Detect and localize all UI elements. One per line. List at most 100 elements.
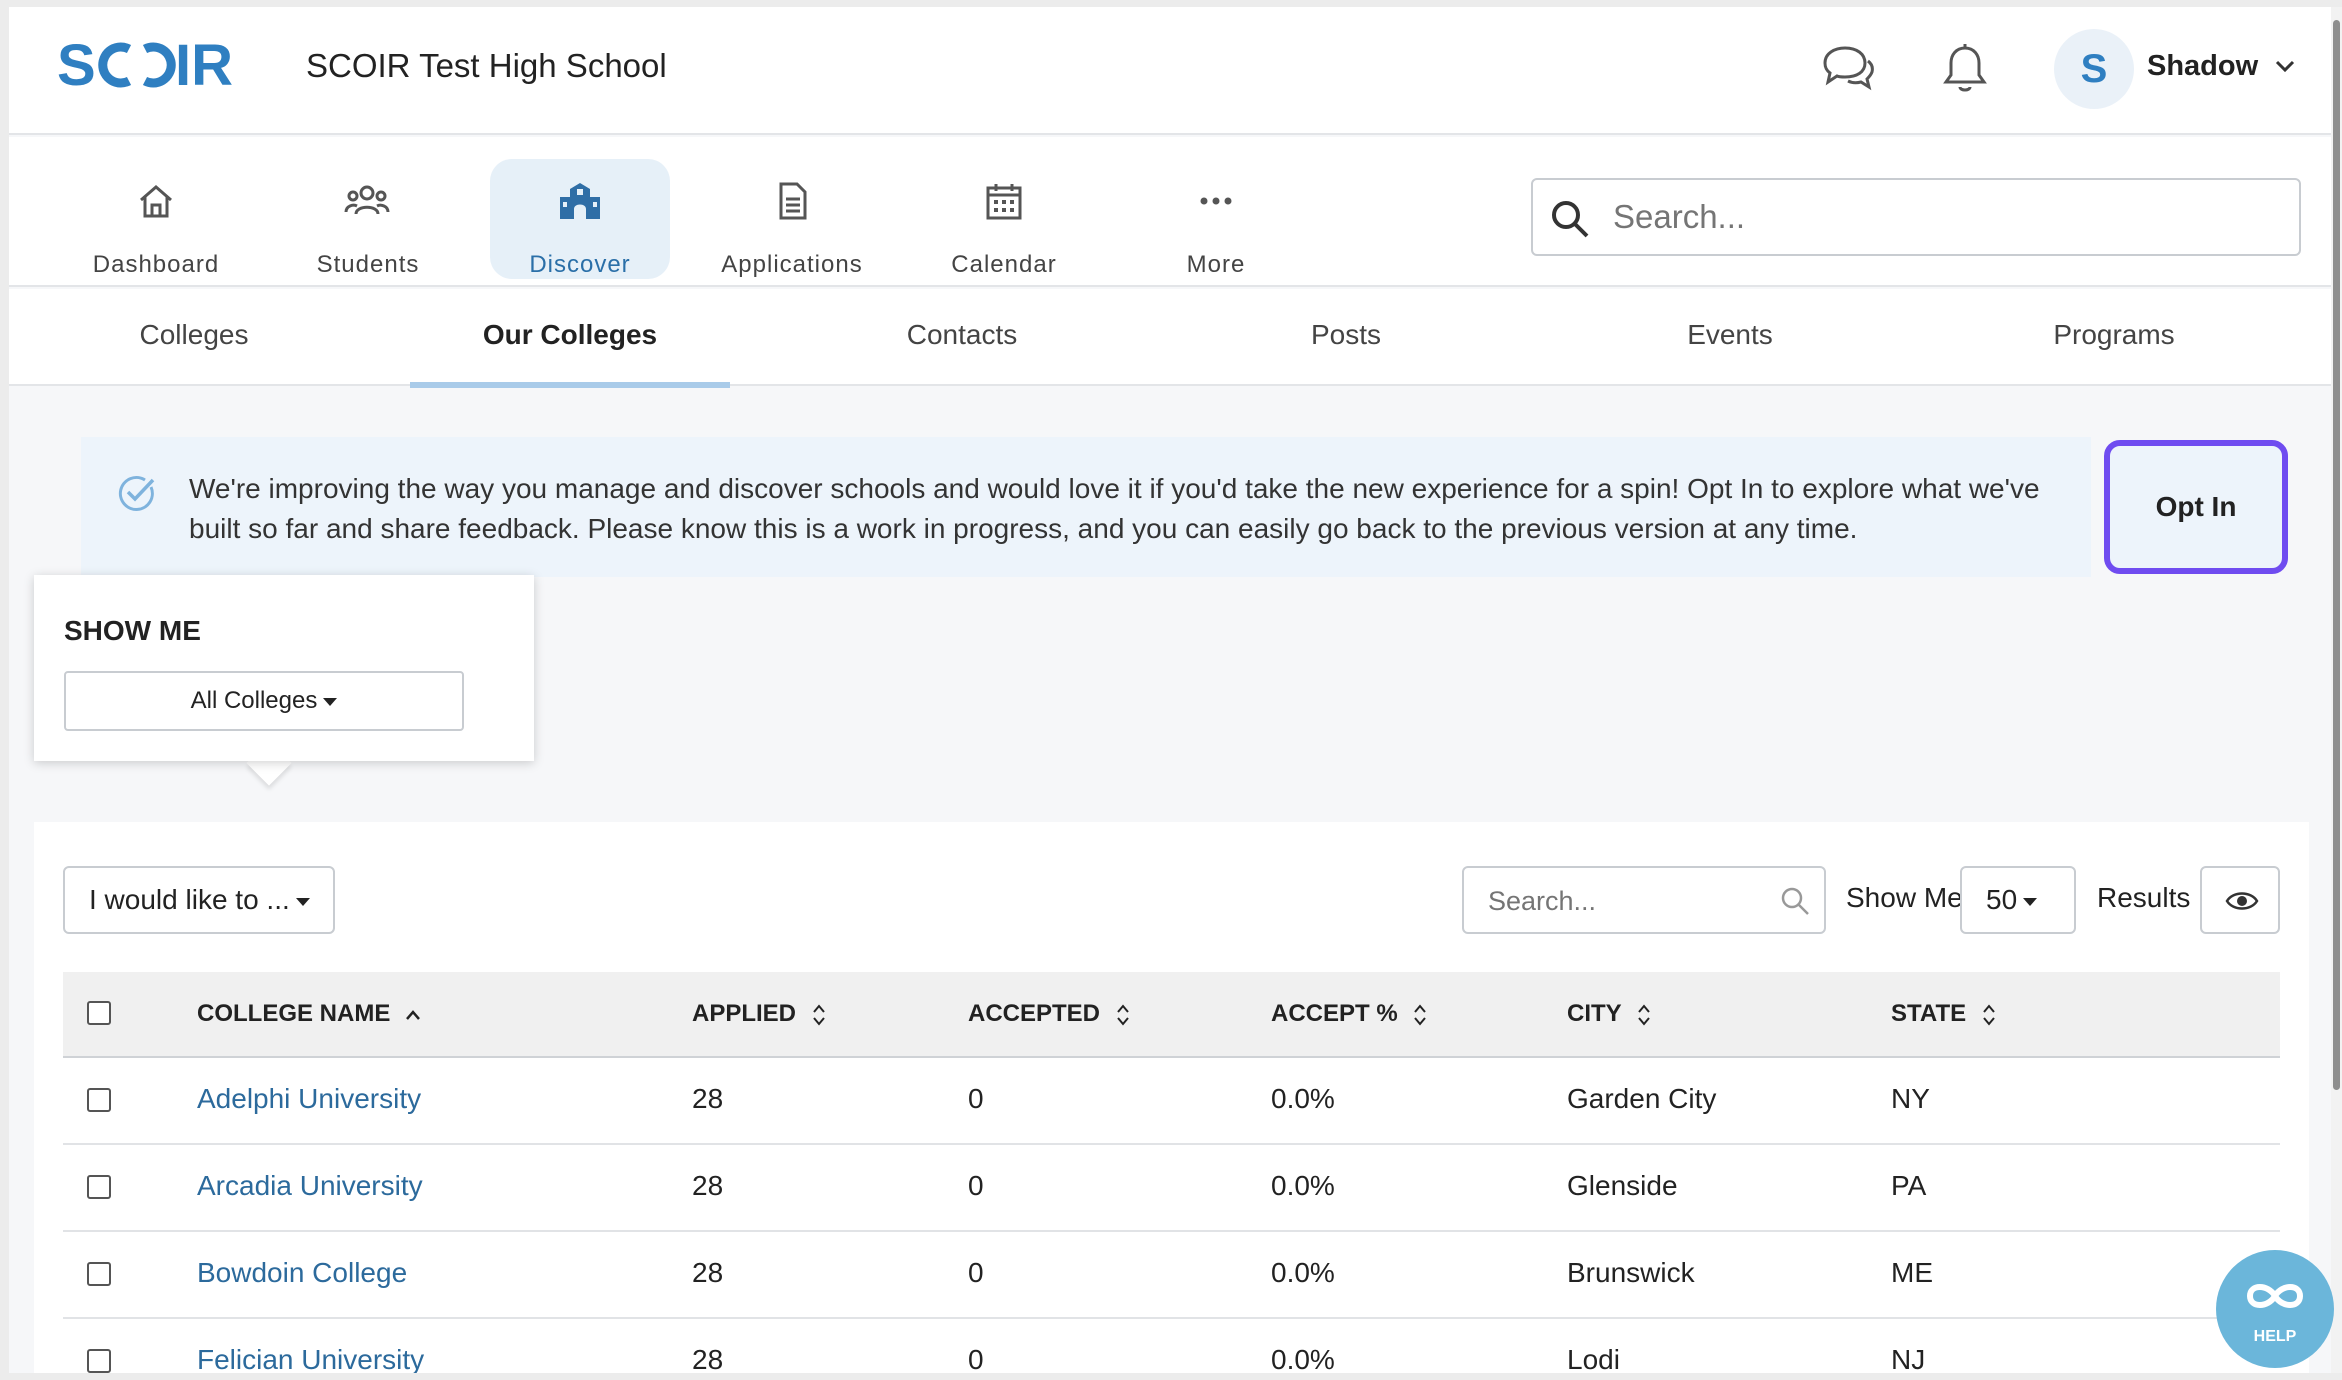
city-cell: Garden City (1567, 1083, 1717, 1114)
opt-in-button[interactable]: Opt In (2104, 440, 2288, 574)
city-cell: Lodi (1567, 1344, 1620, 1373)
nav-label: Students (316, 251, 420, 278)
sort-icon (1983, 1004, 1995, 1026)
show-me-selected: All Colleges (190, 687, 318, 714)
column-header-accept-pct[interactable]: ACCEPT % (1271, 1000, 1428, 1028)
user-name[interactable]: Shadow (2147, 50, 2258, 83)
nav-label: Discover (529, 251, 631, 278)
college-name-link[interactable]: Adelphi University (197, 1083, 421, 1115)
nav-item-more[interactable]: More (1126, 159, 1306, 279)
svg-text:S: S (57, 35, 98, 95)
messages-icon[interactable] (1819, 43, 1875, 98)
home-icon (140, 185, 172, 218)
college-name-link[interactable]: Arcadia University (197, 1170, 423, 1202)
user-avatar[interactable]: S (2054, 29, 2134, 109)
nav-label: Dashboard (92, 251, 220, 278)
tab-posts[interactable]: Posts (1186, 289, 1506, 386)
applied-cell: 28 (692, 1257, 724, 1288)
column-header-label: ACCEPT % (1271, 1000, 1398, 1027)
accepted-cell: 0 (968, 1257, 984, 1288)
state-cell: NJ (1891, 1344, 1926, 1373)
tab-our-colleges[interactable]: Our Colleges (410, 289, 730, 388)
nav-item-discover[interactable]: Discover (490, 159, 670, 279)
sort-icon (812, 1004, 825, 1026)
column-header-state[interactable]: STATE (1891, 1000, 1997, 1028)
applied-cell: 28 (692, 1083, 724, 1114)
column-header-label: COLLEGE NAME (197, 1000, 391, 1027)
help-label: HELP (2253, 1328, 2297, 1345)
table-row: Felician University 28 0 0.0% Lodi NJ (63, 1319, 2280, 1373)
nav-item-dashboard[interactable]: Dashboard (66, 159, 246, 279)
table-search[interactable] (1462, 866, 1826, 934)
nav-label: More (1186, 251, 1246, 278)
row-checkbox[interactable] (87, 1088, 111, 1112)
accept-pct-cell: 0.0% (1271, 1170, 1335, 1201)
caret-down-icon (323, 697, 338, 706)
nav-item-students[interactable]: Students (278, 159, 458, 279)
page-size-select[interactable]: 50 (1960, 866, 2076, 934)
school-name: SCOIR Test High School (306, 47, 667, 84)
column-visibility-button[interactable] (2200, 866, 2280, 934)
accepted-cell: 0 (968, 1344, 984, 1373)
select-all-checkbox[interactable] (87, 1001, 111, 1025)
column-header-accepted[interactable]: ACCEPTED (968, 1000, 1131, 1028)
tab-colleges[interactable]: Colleges (34, 289, 354, 386)
scoir-logo[interactable]: S IR (57, 33, 269, 100)
college-name-link[interactable]: Bowdoin College (197, 1257, 407, 1289)
infinity-icon (2246, 1284, 2304, 1308)
column-header-label: ACCEPTED (968, 1000, 1101, 1027)
global-search[interactable] (1531, 178, 2301, 256)
state-cell: PA (1891, 1170, 1927, 1201)
tab-programs[interactable]: Programs (1954, 289, 2274, 386)
accept-pct-cell: 0.0% (1271, 1344, 1335, 1373)
users-icon (344, 185, 390, 215)
help-button[interactable]: HELP (2216, 1250, 2334, 1368)
table-row: Bowdoin College 28 0 0.0% Brunswick ME (63, 1232, 2280, 1319)
tab-events[interactable]: Events (1570, 289, 1890, 386)
eye-icon (2225, 892, 2259, 910)
column-header-city[interactable]: CITY (1567, 1000, 1652, 1028)
show-me-select[interactable]: All Colleges (64, 671, 464, 731)
nav-item-applications[interactable]: Applications (702, 159, 882, 279)
table-header: COLLEGE NAME APPLIED ACCEPTED ACCEPT % C… (63, 972, 2280, 1058)
show-me-label: Show Me (1846, 882, 1963, 913)
action-dropdown[interactable]: I would like to ... (63, 866, 335, 934)
results-label: Results (2097, 882, 2191, 913)
column-header-college-name[interactable]: COLLEGE NAME (197, 1000, 421, 1028)
notifications-bell-icon[interactable] (1942, 43, 1988, 100)
search-icon (1552, 201, 1589, 238)
sub-tabs: Colleges Our Colleges Contacts Posts Eve… (9, 289, 2331, 388)
colleges-table-card: I would like to ... Show Me 50 Results C… (34, 822, 2309, 1373)
chevron-down-icon[interactable] (2274, 59, 2296, 78)
accept-pct-cell: 0.0% (1271, 1083, 1335, 1114)
row-checkbox[interactable] (87, 1175, 111, 1199)
check-circle-icon (118, 475, 155, 511)
applied-cell: 28 (692, 1170, 724, 1201)
calendar-icon (986, 184, 1022, 220)
city-cell: Glenside (1567, 1170, 1678, 1201)
accept-pct-cell: 0.0% (1271, 1257, 1335, 1288)
nav-label: Applications (721, 251, 863, 278)
app-window: S IR SCOIR Test High School S Shadow Das… (9, 7, 2331, 1373)
table-row: Arcadia University 28 0 0.0% Glenside PA (63, 1145, 2280, 1232)
table-row: Adelphi University 28 0 0.0% Garden City… (63, 1058, 2280, 1145)
college-name-link[interactable]: Felician University (197, 1344, 424, 1373)
scrollbar-thumb[interactable] (2333, 20, 2340, 1090)
column-header-applied[interactable]: APPLIED (692, 1000, 827, 1028)
nav-item-calendar[interactable]: Calendar (914, 159, 1094, 279)
show-me-popover: SHOW ME All Colleges (34, 575, 534, 761)
action-dropdown-label: I would like to ... (89, 884, 290, 915)
table-search-input[interactable] (1488, 880, 1768, 922)
banner-message: We're improving the way you manage and d… (189, 473, 2040, 544)
search-icon (1781, 887, 1809, 915)
tab-contacts[interactable]: Contacts (802, 289, 1122, 386)
top-header: S IR SCOIR Test High School S Shadow (9, 7, 2331, 135)
row-checkbox[interactable] (87, 1262, 111, 1286)
column-header-label: STATE (1891, 1000, 1967, 1027)
state-cell: NY (1891, 1083, 1930, 1114)
global-search-input[interactable] (1613, 192, 2273, 242)
sort-ascending-icon (406, 1009, 420, 1020)
svg-text:IR: IR (175, 35, 233, 95)
row-checkbox[interactable] (87, 1349, 111, 1373)
opt-in-banner: We're improving the way you manage and d… (81, 437, 2091, 577)
